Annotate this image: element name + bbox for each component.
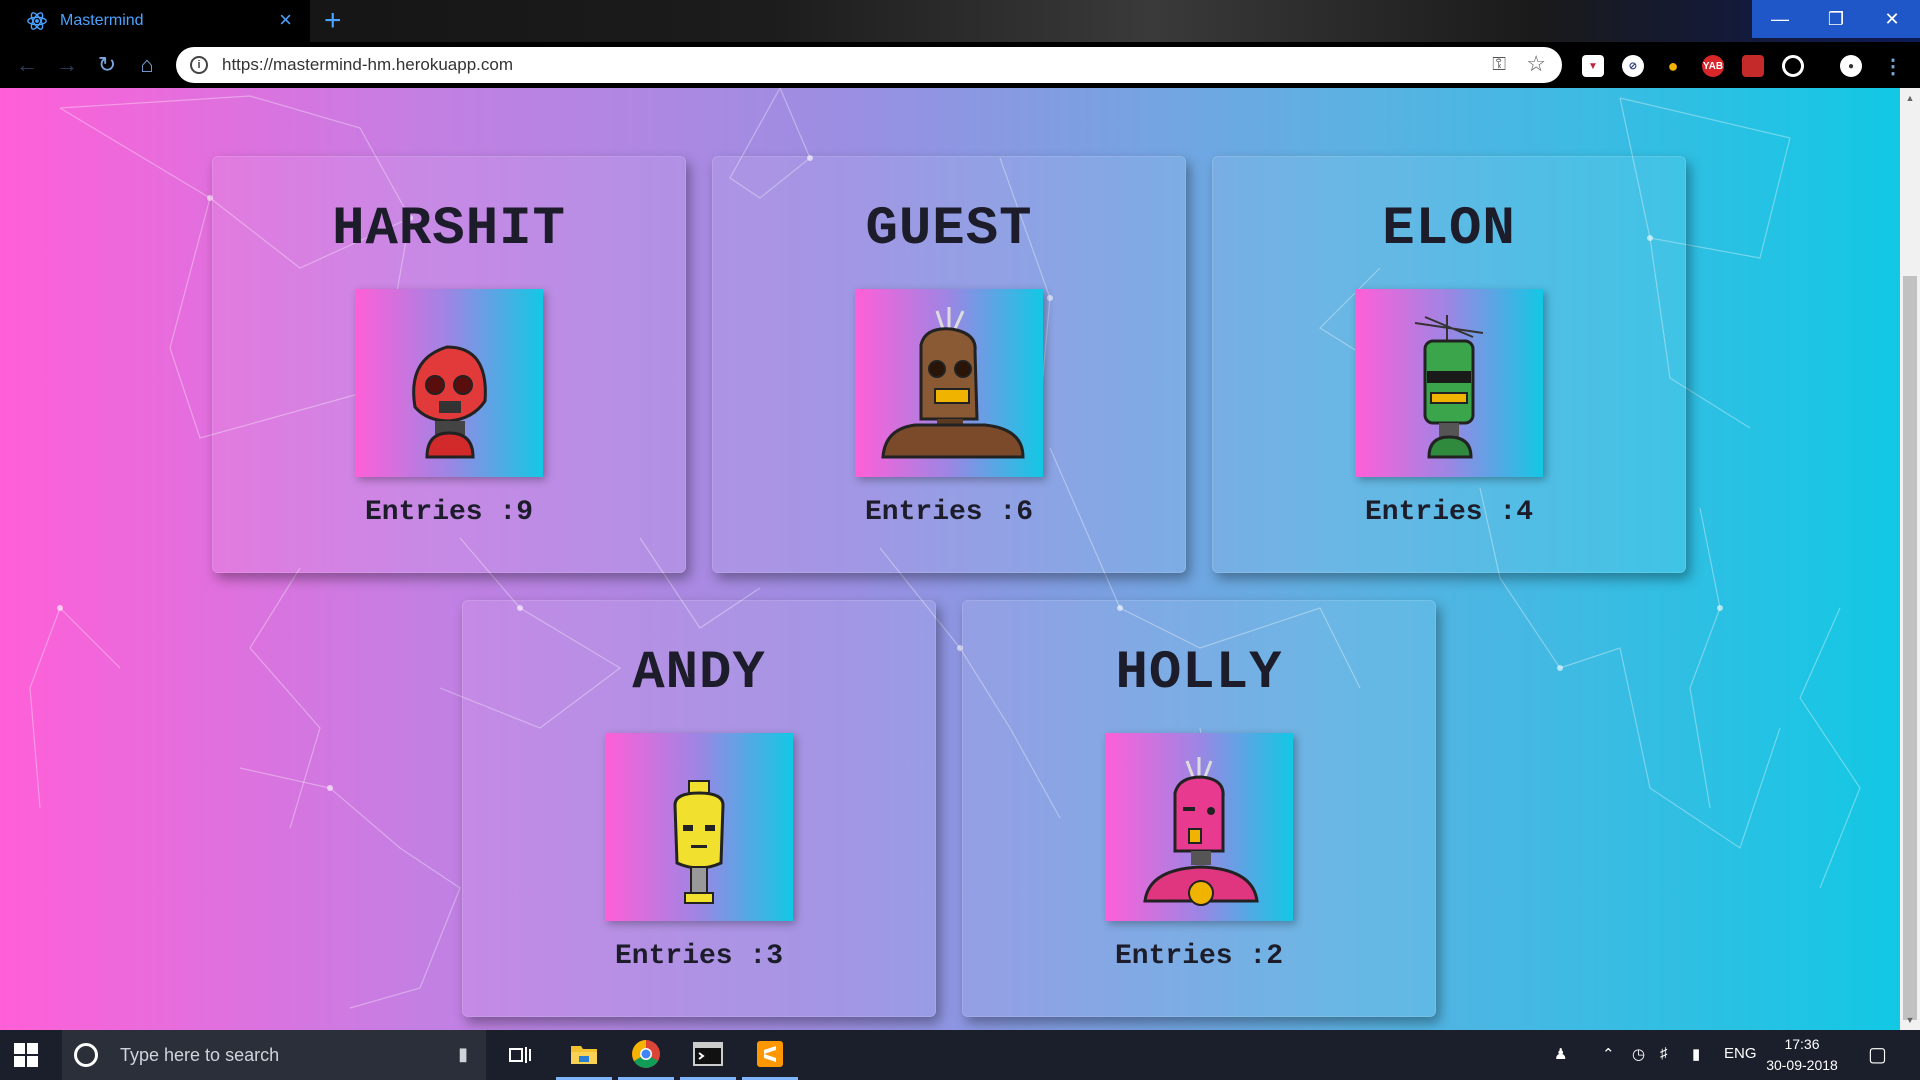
player-entries: Entries :6: [864, 497, 1034, 528]
scroll-down-icon[interactable]: ▼: [1900, 1012, 1920, 1028]
close-window-button[interactable]: ✕: [1864, 0, 1920, 38]
react-icon: [27, 12, 47, 30]
player-card[interactable]: HARSHIT Entries :9: [212, 156, 686, 573]
taskbar-clock[interactable]: 17:36 30-09-2018: [1754, 1034, 1850, 1076]
home-icon[interactable]: ⌂: [132, 50, 162, 80]
page-scrollbar[interactable]: ▲ ▼: [1900, 88, 1920, 1030]
robot-avatar: [1105, 733, 1293, 921]
microphone-icon[interactable]: ▮: [458, 1044, 468, 1065]
sublime-text-icon[interactable]: [742, 1030, 798, 1080]
player-entries: Entries :2: [1114, 941, 1284, 972]
url-text[interactable]: https://mastermind-hm.herokuapp.com: [222, 55, 513, 75]
player-card[interactable]: ANDY Entries :3: [462, 600, 936, 1017]
windows-taskbar: Type here to search ▮ ♟ ⌃ ◷ ♯ ▮ ENG 17:3…: [0, 1030, 1920, 1080]
scroll-up-icon[interactable]: ▲: [1900, 90, 1920, 106]
bookmark-icon[interactable]: [1742, 55, 1764, 77]
action-center-icon[interactable]: ▢: [1868, 1042, 1887, 1067]
browser-titlebar: Mastermind × + — ❐ ✕: [0, 0, 1920, 42]
target-icon[interactable]: [1782, 55, 1804, 77]
file-explorer-icon[interactable]: [556, 1030, 612, 1080]
clock-time: 17:36: [1784, 1036, 1820, 1052]
robot-icon: [1143, 757, 1259, 906]
close-tab-icon[interactable]: ×: [279, 9, 292, 31]
forward-icon[interactable]: →: [52, 50, 82, 80]
reload-icon[interactable]: ↻: [92, 50, 122, 80]
player-entries: Entries :3: [614, 941, 784, 972]
robot-avatar: [855, 289, 1043, 477]
taskbar-search[interactable]: Type here to search ▮: [62, 1030, 486, 1080]
robot-avatar: [605, 733, 793, 921]
minimize-button[interactable]: —: [1752, 0, 1808, 38]
player-name: ANDY: [632, 643, 766, 704]
scroll-thumb[interactable]: [1903, 276, 1917, 1020]
key-icon[interactable]: ⚿: [1492, 54, 1506, 75]
yab-icon[interactable]: YAB: [1702, 55, 1724, 77]
address-bar[interactable]: i https://mastermind-hm.herokuapp.com ⚿ …: [176, 47, 1562, 83]
robot-avatar: [355, 289, 543, 477]
terminal-icon[interactable]: [680, 1030, 736, 1080]
lightbulb-icon[interactable]: ●: [1662, 55, 1684, 77]
robot-icon: [1414, 315, 1484, 459]
menu-icon[interactable]: ⋮: [1882, 55, 1904, 78]
network-icon[interactable]: ◷: [1632, 1045, 1645, 1063]
people-icon[interactable]: ♟: [1554, 1045, 1567, 1063]
windows-start-icon[interactable]: [14, 1043, 38, 1067]
volume-icon[interactable]: ♯: [1660, 1045, 1668, 1062]
robot-avatar: [1355, 289, 1543, 477]
blocker-icon[interactable]: ⊘: [1622, 55, 1644, 77]
bookmark-star-icon[interactable]: ☆: [1526, 51, 1546, 77]
search-placeholder[interactable]: Type here to search: [120, 1045, 279, 1066]
browser-tab[interactable]: Mastermind ×: [0, 0, 310, 42]
player-card[interactable]: ELON Entries :4: [1212, 156, 1686, 573]
show-hidden-icons[interactable]: ⌃: [1602, 1045, 1615, 1063]
player-card[interactable]: GUEST Entries :6: [712, 156, 1186, 573]
site-info-icon[interactable]: i: [190, 56, 208, 74]
player-card[interactable]: HOLLY Entries :2: [962, 600, 1436, 1017]
cortana-icon[interactable]: [74, 1043, 98, 1067]
page-viewport: HARSHIT Entries :9 GUEST Entries:6 ELON…: [0, 88, 1900, 1030]
player-name: HARSHIT: [332, 199, 566, 260]
clock-date: 30-09-2018: [1766, 1057, 1838, 1073]
profile-icon[interactable]: ●: [1840, 55, 1862, 77]
language-indicator[interactable]: ENG: [1724, 1045, 1757, 1062]
tab-title: Mastermind: [60, 12, 144, 29]
pocket-icon[interactable]: ▼: [1582, 55, 1604, 77]
player-name: GUEST: [865, 199, 1033, 260]
robot-icon: [673, 780, 725, 904]
player-name: ELON: [1382, 199, 1516, 260]
chrome-icon[interactable]: [618, 1030, 674, 1080]
player-entries: Entries :9: [364, 497, 534, 528]
restore-button[interactable]: ❐: [1808, 0, 1864, 38]
battery-icon[interactable]: ▮: [1692, 1045, 1700, 1063]
robot-icon: [881, 307, 1025, 459]
robot-icon: [412, 345, 487, 459]
player-name: HOLLY: [1115, 643, 1283, 704]
back-icon[interactable]: ←: [12, 50, 42, 80]
player-entries: Entries :4: [1364, 497, 1534, 528]
new-tab-button[interactable]: +: [324, 4, 342, 38]
task-view-icon[interactable]: [492, 1030, 548, 1080]
browser-toolbar: ← → ↻ ⌂ i https://mastermind-hm.herokuap…: [0, 42, 1920, 88]
